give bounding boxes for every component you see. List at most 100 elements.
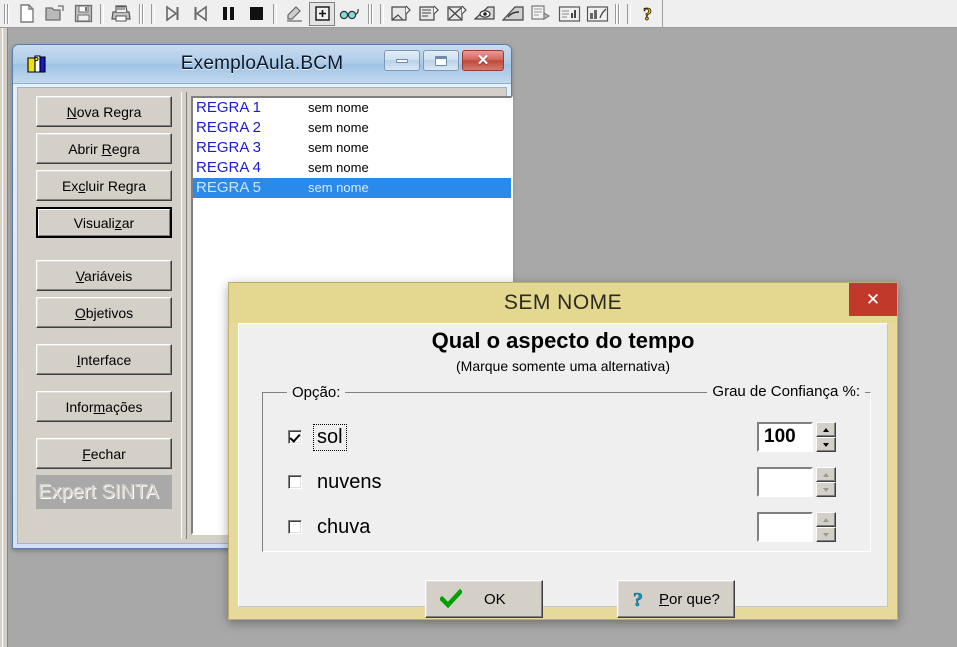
- inference-icon[interactable]: [500, 2, 526, 26]
- button-visualizar-label: Visualizar: [73, 214, 135, 231]
- rule-description: sem nome: [308, 100, 369, 115]
- button-interface-label: Interface: [76, 351, 132, 368]
- step-forward-icon[interactable]: [159, 2, 185, 26]
- dialog-question-heading: Qual o aspecto do tempo: [431, 328, 695, 353]
- open-folder-icon[interactable]: [42, 2, 68, 26]
- save-disk-icon[interactable]: [70, 2, 96, 26]
- groupbox-label-option: Opção:: [287, 384, 346, 401]
- confidence-input-chuva[interactable]: [757, 512, 813, 542]
- step-back-icon[interactable]: [187, 2, 213, 26]
- rule-new-icon[interactable]: [388, 2, 414, 26]
- why-button[interactable]: ? Por que?: [617, 580, 735, 618]
- expert-sinta-icon: [25, 53, 47, 75]
- spinner-down-sol[interactable]: [816, 437, 836, 452]
- spinner-up-sol[interactable]: [816, 422, 836, 437]
- dialog-close-button[interactable]: ✕: [849, 283, 897, 316]
- expand-box-icon[interactable]: [309, 1, 335, 26]
- print-icon[interactable]: [108, 2, 134, 26]
- child-title-bar[interactable]: ExemploAula.BCM ✕: [13, 45, 511, 84]
- svg-text:?: ?: [643, 4, 652, 23]
- button-visualizar[interactable]: Visualizar: [36, 207, 172, 238]
- option-checkbox-sol[interactable]: [288, 430, 302, 444]
- rule-description: sem nome: [308, 180, 369, 195]
- button-variaveis[interactable]: Variáveis: [36, 260, 172, 291]
- help-question-icon[interactable]: ?: [635, 2, 661, 26]
- button-interface[interactable]: Interface: [36, 344, 172, 375]
- rule-action-button-column: Nova Regra Abrir Regra Excluir Regra Visual…: [36, 96, 172, 509]
- button-informacoes[interactable]: Informações: [36, 391, 172, 422]
- chevron-up-icon: [823, 427, 829, 432]
- groupbox-label-confidence: Grau de Confiança %:: [707, 383, 865, 400]
- confidence-spinner-nuvens: [757, 467, 836, 497]
- confidence-input-sol[interactable]: 100: [757, 422, 813, 452]
- rule-list-item[interactable]: REGRA 4 sem nome: [193, 158, 511, 178]
- toolbar-separator-5: [627, 3, 631, 24]
- chart-icon[interactable]: [584, 2, 610, 26]
- spinner-buttons-nuvens: [816, 467, 836, 497]
- toolbar-grip-3[interactable]: [366, 3, 375, 25]
- option-row: sol 100: [263, 415, 870, 459]
- option-checkbox-chuva[interactable]: [288, 520, 302, 534]
- svg-text:?: ?: [633, 589, 643, 610]
- button-objetivos[interactable]: Objetivos: [36, 297, 172, 328]
- toolbar-grip-4[interactable]: [613, 3, 622, 25]
- toolbar-grip-2[interactable]: [137, 3, 146, 25]
- spinner-down-nuvens[interactable]: [816, 482, 836, 497]
- toolbar-empty-area: [662, 0, 822, 27]
- main-toolbar: ?: [0, 0, 957, 28]
- stop-icon[interactable]: [243, 2, 269, 26]
- panel-splitter[interactable]: [181, 92, 187, 539]
- spinner-up-chuva[interactable]: [816, 512, 836, 527]
- chevron-up-icon: [823, 517, 829, 522]
- option-label-chuva[interactable]: chuva: [314, 515, 373, 540]
- close-icon: ✕: [476, 52, 490, 69]
- options-groupbox: sol 100 nuvens chuva: [262, 392, 871, 552]
- minimize-button[interactable]: [384, 50, 420, 71]
- chevron-down-icon: [823, 532, 829, 537]
- button-excluir-regra[interactable]: Excluir Regra: [36, 170, 172, 201]
- eye-view-icon[interactable]: [472, 2, 498, 26]
- toolbar-separator-3: [273, 3, 277, 24]
- rule-name: REGRA 4: [196, 159, 262, 176]
- rule-list-item[interactable]: REGRA 2 sem nome: [193, 118, 511, 138]
- toolbar-grip[interactable]: [2, 3, 11, 25]
- expert-sinta-watermark: Expert SINTA: [36, 475, 172, 509]
- confidence-spinner-chuva: [757, 512, 836, 542]
- rule-description: sem nome: [308, 140, 369, 155]
- close-button[interactable]: ✕: [462, 50, 504, 71]
- new-document-icon[interactable]: [14, 2, 40, 26]
- ok-button[interactable]: OK: [425, 580, 543, 618]
- button-objetivos-label: Objetivos: [74, 304, 134, 321]
- button-nova-regra[interactable]: Nova Regra: [36, 96, 172, 127]
- button-abrir-regra[interactable]: Abrir Regra: [36, 133, 172, 164]
- dialog-close-icon: ✕: [865, 289, 881, 309]
- toolbar-separator-4: [380, 3, 384, 24]
- pause-icon[interactable]: [215, 2, 241, 26]
- green-check-icon: [440, 589, 462, 609]
- rule-list-item[interactable]: REGRA 3 sem nome: [193, 138, 511, 158]
- spinner-down-chuva[interactable]: [816, 527, 836, 542]
- dialog-title: SEM NOME: [503, 291, 623, 314]
- option-checkbox-nuvens[interactable]: [288, 475, 302, 489]
- report-icon[interactable]: [556, 2, 582, 26]
- wand-icon[interactable]: [281, 2, 307, 26]
- confidence-input-nuvens[interactable]: [757, 467, 813, 497]
- option-label-nuvens[interactable]: nuvens: [314, 470, 385, 495]
- rule-name: REGRA 1: [196, 99, 262, 116]
- option-label-sol[interactable]: sol: [313, 423, 347, 451]
- spinner-up-nuvens[interactable]: [816, 467, 836, 482]
- button-fechar[interactable]: Fechar: [36, 438, 172, 469]
- rule-edit-icon[interactable]: [416, 2, 442, 26]
- dialog-title-bar[interactable]: SEM NOME ✕: [229, 283, 897, 323]
- toolbar-separator-2: [151, 3, 155, 24]
- maximize-button[interactable]: [423, 50, 459, 71]
- rule-list-item[interactable]: REGRA 5 sem nome: [193, 178, 511, 198]
- button-group-spacer: [36, 428, 172, 438]
- chevron-down-icon: [823, 442, 829, 447]
- rule-delete-icon[interactable]: [444, 2, 470, 26]
- rule-list-item[interactable]: REGRA 1 sem nome: [193, 98, 511, 118]
- glasses-icon[interactable]: [337, 2, 363, 26]
- blue-question-icon: ?: [631, 589, 649, 610]
- note-run-icon[interactable]: [528, 2, 554, 26]
- rule-description: sem nome: [308, 160, 369, 175]
